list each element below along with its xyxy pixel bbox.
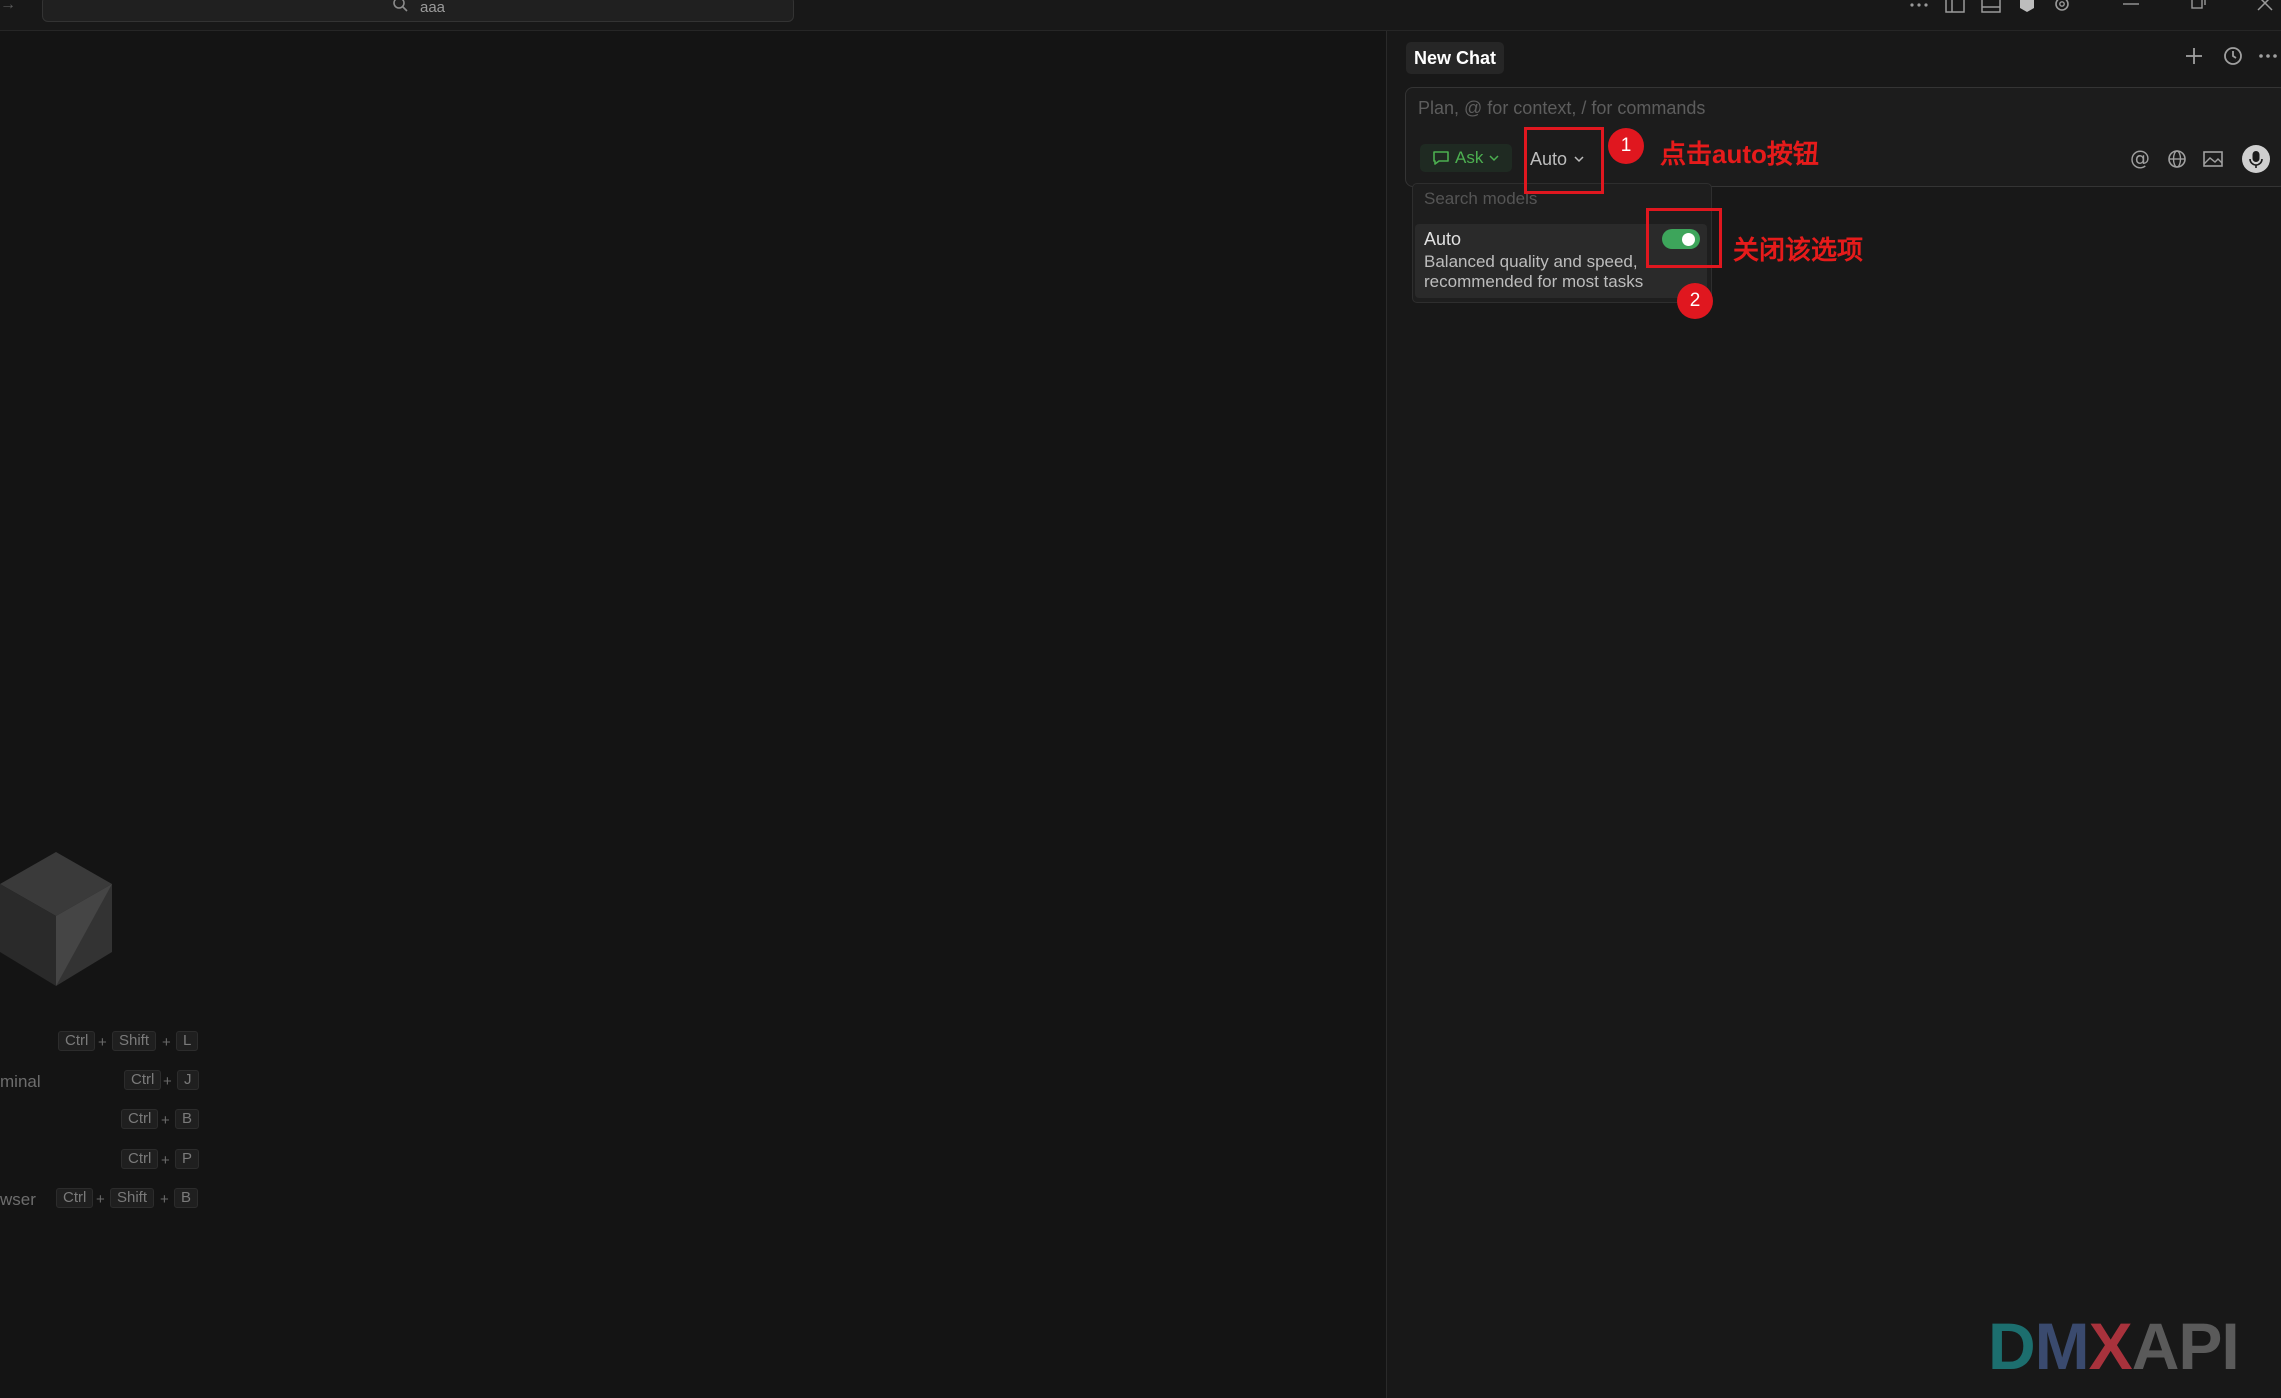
dmxapi-watermark: DMXAPI	[1988, 1308, 2240, 1384]
annotation-step-2: 2	[1677, 283, 1713, 319]
plus-icon[interactable]	[2182, 44, 2206, 68]
search-value: aaa	[420, 0, 446, 16]
chat-input-placeholder[interactable]: Plan, @ for context, / for commands	[1418, 98, 1705, 119]
annotation-box-toggle	[1646, 208, 1722, 268]
key-b: B	[174, 1188, 199, 1208]
tab-new-chat[interactable]: New Chat	[1406, 42, 1504, 74]
editor-area	[0, 31, 1386, 1398]
restore-icon[interactable]	[2187, 0, 2209, 16]
shortcut-row: Ctrl + P	[0, 1149, 200, 1173]
gear-icon[interactable]	[2051, 0, 2073, 16]
watermark-letter: D	[1988, 1309, 2036, 1383]
key-p: P	[175, 1149, 200, 1169]
plus-separator: +	[160, 1191, 169, 1208]
more-icon[interactable]	[1908, 0, 1930, 16]
svg-text:@: @	[2130, 146, 2150, 170]
model-desc-line: recommended for most tasks	[1424, 272, 1644, 291]
annotation-box-auto-button	[1524, 127, 1604, 194]
toggle-panel-icon[interactable]	[1980, 0, 2002, 16]
chat-bubble-icon	[1433, 151, 1449, 165]
cube-watermark-icon	[0, 852, 112, 986]
annotation-step-1: 1	[1608, 128, 1644, 164]
key-l: L	[176, 1031, 199, 1051]
search-icon	[393, 0, 408, 12]
watermark-letter: A	[2131, 1309, 2180, 1383]
key-ctrl: Ctrl	[124, 1070, 162, 1090]
plus-separator: +	[96, 1191, 105, 1208]
plus-separator: +	[98, 1034, 107, 1051]
command-search-bar[interactable]	[42, 0, 794, 22]
model-desc-line: Balanced quality and speed,	[1424, 252, 1638, 271]
watermark-letter: I	[2221, 1309, 2239, 1383]
toggle-sidebar-icon[interactable]	[1944, 0, 1966, 16]
watermark-text: DMXAPI	[1988, 1309, 2240, 1383]
shortcut-row: Ctrl + Shift + L	[0, 1031, 200, 1055]
shortcut-label: minal	[0, 1072, 41, 1091]
cube-logo-icon[interactable]	[2016, 0, 2038, 16]
key-ctrl: Ctrl	[58, 1031, 96, 1051]
image-icon[interactable]	[2200, 146, 2226, 172]
search-models-input[interactable]: Search models	[1424, 189, 1537, 209]
back-arrow-icon[interactable]: →	[0, 0, 22, 14]
key-b: B	[175, 1109, 200, 1129]
shortcut-row: minal Ctrl + J	[0, 1070, 200, 1094]
minimize-icon[interactable]	[2120, 0, 2142, 16]
chevron-down-icon	[1489, 155, 1499, 162]
key-shift: Shift	[110, 1188, 155, 1208]
shortcut-row: Ctrl + B	[0, 1109, 200, 1133]
mode-ask-button[interactable]: Ask	[1420, 144, 1512, 172]
plus-separator: +	[163, 1073, 172, 1090]
key-ctrl: Ctrl	[121, 1109, 159, 1129]
more-options-icon[interactable]	[2256, 44, 2280, 68]
watermark-letter: P	[2178, 1309, 2222, 1383]
model-option-name: Auto	[1424, 229, 1462, 249]
shortcut-row: wser Ctrl + Shift + B	[0, 1188, 200, 1212]
history-icon[interactable]	[2221, 44, 2245, 68]
mode-label: Ask	[1455, 148, 1484, 167]
globe-icon[interactable]	[2164, 146, 2190, 172]
plus-separator: +	[161, 1152, 170, 1169]
mention-icon[interactable]: @	[2127, 146, 2153, 172]
key-ctrl: Ctrl	[56, 1188, 94, 1208]
model-option-description: Balanced quality and speed, recommended …	[1424, 252, 1674, 292]
key-ctrl: Ctrl	[121, 1149, 159, 1169]
watermark-letter: M	[2034, 1309, 2090, 1383]
annotation-text-2: 关闭该选项	[1733, 235, 1864, 265]
microphone-icon[interactable]	[2241, 144, 2271, 174]
plus-separator: +	[161, 1112, 170, 1129]
key-shift: Shift	[112, 1031, 157, 1051]
annotation-text-1: 点击auto按钮	[1660, 139, 1819, 169]
plus-separator: +	[162, 1034, 171, 1051]
close-icon[interactable]	[2255, 0, 2277, 16]
key-j: J	[177, 1070, 199, 1090]
watermark-letter: X	[2088, 1309, 2133, 1383]
shortcut-label: wser	[0, 1190, 36, 1209]
